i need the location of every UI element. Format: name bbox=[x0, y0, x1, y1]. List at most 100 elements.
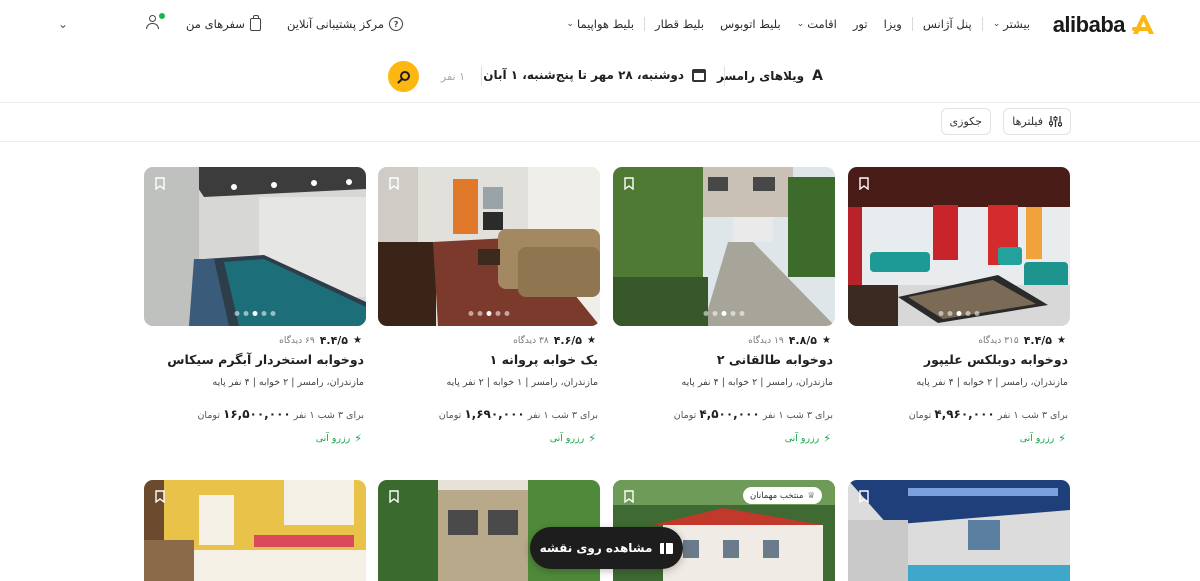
listing-price: برای ۳ شب ۱ نفر ۱,۶۹۰,۰۰۰ تومان bbox=[438, 407, 598, 421]
bookmark-icon[interactable] bbox=[155, 490, 165, 503]
nav-flights[interactable]: بلیط هواپیما ⌄ bbox=[558, 17, 642, 31]
search-divider bbox=[724, 66, 725, 86]
logo-mark-icon bbox=[1132, 15, 1154, 34]
bookmark-icon[interactable] bbox=[389, 177, 399, 190]
search-summary: A ویلاهای رامسر دوشنبه، ۲۸ مهر تا پنج‌شن… bbox=[0, 54, 1200, 100]
nav-bus[interactable]: بلیط اتوبوس bbox=[712, 17, 789, 31]
lightning-icon: ⚡ bbox=[354, 432, 362, 445]
online-status-dot bbox=[158, 12, 166, 20]
date-value: دوشنبه، ۲۸ مهر تا پنج‌شنبه، ۱ آبان bbox=[483, 68, 684, 82]
jacuzzi-filter-chip[interactable]: جکوزی bbox=[940, 108, 991, 135]
search-button[interactable] bbox=[388, 61, 419, 92]
nav-divider bbox=[644, 17, 646, 31]
filters-divider bbox=[0, 141, 1200, 142]
question-icon: ? bbox=[389, 17, 404, 31]
nav-divider bbox=[911, 17, 913, 31]
listing-meta: مازندران، رامسر | ۱ خوابه | ۲ نفر پایه bbox=[446, 377, 598, 388]
lightning-icon: ⚡ bbox=[588, 432, 596, 445]
photo-pager[interactable] bbox=[703, 311, 745, 316]
sliders-icon bbox=[1049, 116, 1062, 127]
chevron-down-icon: ⌄ bbox=[796, 19, 805, 29]
rating: ★ ۴.۴/۵ ۶۹ دیدگاه bbox=[279, 334, 362, 347]
chevron-down-icon: ⌄ bbox=[992, 19, 1001, 29]
listing-title[interactable]: دوخوابه دوبلکس علیپور bbox=[924, 352, 1068, 367]
residence-icon: A bbox=[812, 68, 823, 84]
language-dropdown[interactable]: ⌄ bbox=[58, 17, 68, 31]
nav-train[interactable]: بلیط قطار bbox=[647, 17, 712, 31]
alibaba-logo[interactable]: alibaba bbox=[1053, 12, 1156, 38]
listing-price: برای ۳ شب ۱ نفر ۴,۵۰۰,۰۰۰ تومان bbox=[673, 407, 833, 421]
user-icon bbox=[146, 12, 166, 29]
guests-value: ۱ نفر bbox=[440, 70, 465, 83]
guests-field[interactable]: ۱ نفر bbox=[441, 70, 465, 83]
support-link[interactable]: مرکز پشتیبانی آنلاین ? bbox=[287, 17, 404, 31]
photo-pager[interactable] bbox=[234, 311, 276, 316]
rating: ★ ۴.۴/۵ ۳۱۵ دیدگاه bbox=[978, 334, 1066, 347]
jacuzzi-label: جکوزی bbox=[949, 115, 982, 128]
nav-divider bbox=[981, 17, 983, 31]
nav-agency-panel[interactable]: پنل آژانس bbox=[915, 17, 980, 31]
bookmark-icon[interactable] bbox=[155, 177, 165, 190]
rating: ★ ۴.۸/۵ ۱۹ دیدگاه bbox=[748, 334, 831, 347]
date-field[interactable]: دوشنبه، ۲۸ مهر تا پنج‌شنبه، ۱ آبان bbox=[483, 68, 706, 82]
listing-title[interactable]: دوخوابه طالقانی ۲ bbox=[717, 352, 833, 367]
suitcase-icon bbox=[249, 14, 261, 31]
listing-title[interactable]: یک خوابه پروانه ۱ bbox=[490, 352, 598, 367]
bookmark-icon[interactable] bbox=[389, 490, 399, 503]
top-navigation: alibaba بلیط هواپیما ⌄ بلیط قطار بلیط اتو… bbox=[0, 0, 1200, 50]
header-divider bbox=[0, 102, 1200, 103]
bookmark-icon[interactable] bbox=[624, 490, 634, 503]
listing-photo[interactable] bbox=[378, 167, 600, 326]
star-icon: ★ bbox=[1057, 335, 1066, 346]
instant-booking-badge: ⚡ رزرو آنی bbox=[784, 432, 831, 445]
listing-photo[interactable] bbox=[144, 167, 366, 326]
lightning-icon: ⚡ bbox=[823, 432, 831, 445]
star-icon: ★ bbox=[587, 335, 596, 346]
search-divider bbox=[481, 66, 482, 86]
trips-label: سفرهای من bbox=[186, 17, 245, 31]
photo-pager[interactable] bbox=[938, 311, 980, 316]
listing-photo[interactable] bbox=[848, 167, 1070, 326]
instant-booking-badge: ⚡ رزرو آنی bbox=[315, 432, 362, 445]
star-icon: ★ bbox=[822, 335, 831, 346]
search-icon bbox=[397, 70, 410, 83]
bookmark-icon[interactable] bbox=[859, 177, 869, 190]
logo-text: alibaba bbox=[1052, 12, 1126, 37]
listing-meta: مازندران، رامسر | ۲ خوابه | ۴ نفر پایه bbox=[212, 377, 364, 388]
host-pick-badge: ♕ منتخب مهمانان bbox=[743, 487, 823, 504]
rating: ★ ۴.۶/۵ ۳۸ دیدگاه bbox=[513, 334, 596, 347]
listing-price: برای ۳ شب ۱ نفر ۴,۹۶۰,۰۰۰ تومان bbox=[908, 407, 1068, 421]
listing-photo[interactable] bbox=[613, 167, 835, 326]
instant-booking-badge: ⚡ رزرو آنی bbox=[549, 432, 596, 445]
lightning-icon: ⚡ bbox=[1058, 432, 1066, 445]
account-button[interactable] bbox=[146, 12, 166, 29]
nav-more[interactable]: بیشتر ⌄ bbox=[985, 17, 1038, 31]
support-label: مرکز پشتیبانی آنلاین bbox=[287, 17, 385, 31]
calendar-icon bbox=[692, 68, 706, 82]
nav-tour[interactable]: تور bbox=[845, 17, 876, 31]
main-nav: بلیط هواپیما ⌄ بلیط قطار بلیط اتوبوس اقام… bbox=[558, 17, 1038, 31]
map-icon bbox=[660, 542, 674, 554]
star-icon: ★ bbox=[353, 335, 362, 346]
nav-visa[interactable]: ویزا bbox=[876, 17, 910, 31]
trophy-icon: ♕ bbox=[807, 490, 816, 501]
chevron-down-icon: ⌄ bbox=[566, 19, 574, 29]
show-on-map-button[interactable]: مشاهده روی نقشه bbox=[530, 527, 683, 569]
listing-photo[interactable] bbox=[848, 480, 1070, 581]
filters-button[interactable]: فیلترها bbox=[1003, 108, 1071, 135]
listing-meta: مازندران، رامسر | ۲ خوابه | ۴ نفر پایه bbox=[916, 377, 1068, 388]
photo-pager[interactable] bbox=[468, 311, 510, 316]
filters-label: فیلترها bbox=[1012, 115, 1043, 128]
instant-booking-badge: ⚡ رزرو آنی bbox=[1019, 432, 1066, 445]
bookmark-icon[interactable] bbox=[859, 490, 869, 503]
listing-title[interactable]: دوخوابه استخردار آبگرم سیکاس bbox=[167, 352, 364, 367]
chevron-down-icon: ⌄ bbox=[58, 17, 69, 31]
my-trips-link[interactable]: سفرهای من bbox=[186, 14, 261, 31]
listing-meta: مازندران، رامسر | ۲ خوابه | ۴ نفر پایه bbox=[681, 377, 833, 388]
nav-stay[interactable]: اقامت ⌄ bbox=[789, 17, 845, 31]
destination-value: ویلاهای رامسر bbox=[716, 69, 805, 83]
listing-price: برای ۳ شب ۱ نفر ۱۶,۵۰۰,۰۰۰ تومان bbox=[197, 407, 364, 421]
bookmark-icon[interactable] bbox=[624, 177, 634, 190]
listing-photo[interactable] bbox=[144, 480, 366, 581]
destination-field[interactable]: A ویلاهای رامسر bbox=[717, 68, 823, 84]
